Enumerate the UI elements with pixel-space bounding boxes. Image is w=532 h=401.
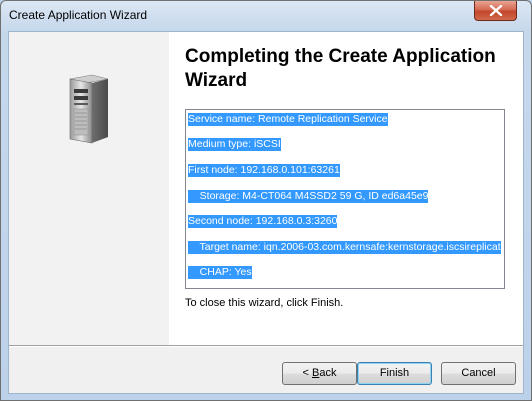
page-title: Completing the Create Application Wizard <box>185 46 496 91</box>
wizard-side-panel <box>9 32 169 345</box>
divider <box>9 345 523 347</box>
summary-line: Second node: 192.168.0.3:3260 <box>188 215 338 228</box>
wizard-content-panel: Completing the Create Application Wizard… <box>9 32 523 345</box>
server-icon <box>69 74 109 144</box>
back-label-prefix: < <box>302 367 312 379</box>
summary-list[interactable]: Service name: Remote Replication Service… <box>185 109 505 289</box>
finish-button[interactable]: Finish <box>357 362 432 385</box>
summary-line: Medium type: iSCSI <box>188 138 281 151</box>
summary-line: Storage: M4-CT064 M4SSD2 59 G, ID ed6a45… <box>188 190 429 203</box>
summary-line: CHAP: Yes <box>188 266 252 279</box>
window-title: Create Application Wizard <box>9 8 148 22</box>
instruction-text: To close this wizard, click Finish. <box>185 297 344 309</box>
close-button[interactable] <box>474 1 517 21</box>
wizard-window: Create Application Wizard Completing the… <box>0 0 532 401</box>
back-label-rest: ack <box>319 367 337 379</box>
dialog-client: Completing the Create Application Wizard… <box>8 31 524 394</box>
back-button[interactable]: < Back <box>282 362 357 385</box>
summary-line: Target name: iqn.2006-03.com.kernsafe:ke… <box>188 241 501 254</box>
summary-line: First node: 192.168.0.101:63261 <box>188 164 340 177</box>
title-bar[interactable]: Create Application Wizard <box>1 1 531 31</box>
cancel-button[interactable]: Cancel <box>441 362 516 385</box>
close-icon <box>489 5 503 16</box>
summary-line: Service name: Remote Replication Service <box>188 113 388 126</box>
